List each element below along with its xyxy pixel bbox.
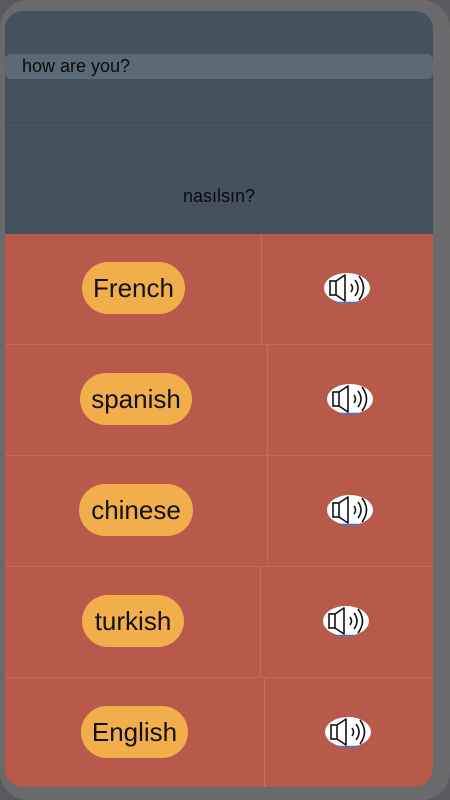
device-frame: how are you? nasılsın? French spanish ch… [0, 0, 450, 800]
language-button-turkish[interactable]: turkish [82, 595, 184, 647]
row-divider [261, 234, 262, 344]
row-divider [267, 345, 268, 455]
input-panel: how are you? [5, 11, 433, 123]
speaker-icon[interactable] [326, 383, 374, 415]
row-divider [264, 678, 265, 787]
language-button-chinese[interactable]: chinese [79, 484, 193, 536]
app-screen: how are you? nasılsın? French spanish ch… [5, 11, 433, 787]
speaker-icon[interactable] [322, 605, 370, 637]
language-button-english[interactable]: English [81, 706, 188, 758]
language-row-chinese: chinese [5, 456, 433, 567]
row-divider [267, 456, 268, 566]
language-row-english: English [5, 678, 433, 787]
speaker-icon[interactable] [323, 272, 371, 304]
language-row-french: French [5, 234, 433, 345]
translation-panel: nasılsın? [5, 123, 433, 234]
language-list: French spanish chinese turkish English [5, 234, 433, 787]
speaker-icon[interactable] [324, 716, 372, 748]
language-button-french[interactable]: French [82, 262, 185, 314]
language-row-turkish: turkish [5, 567, 433, 678]
speaker-icon[interactable] [326, 494, 374, 526]
language-button-spanish[interactable]: spanish [80, 373, 192, 425]
language-row-spanish: spanish [5, 345, 433, 456]
row-divider [260, 567, 261, 677]
source-text-input[interactable]: how are you? [5, 54, 433, 79]
translated-text: nasılsın? [182, 186, 256, 206]
